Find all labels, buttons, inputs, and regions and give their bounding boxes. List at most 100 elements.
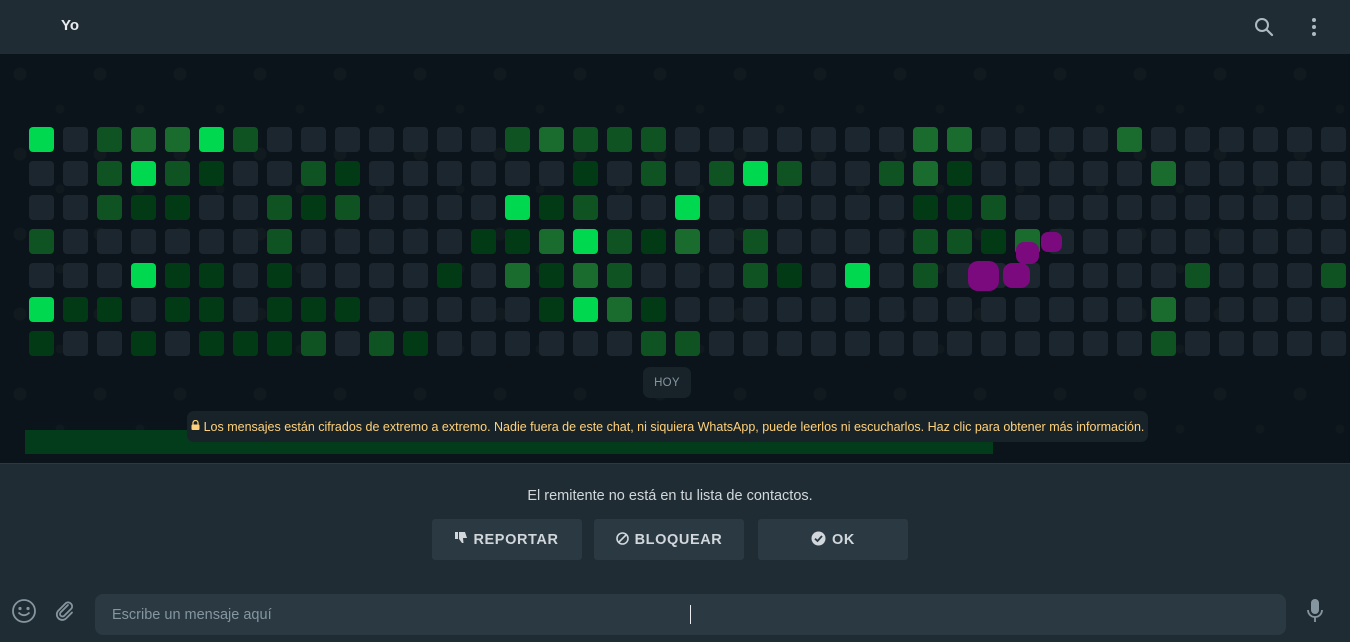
message-placeholder: Escribe un mensaje aquí bbox=[112, 606, 272, 623]
grid-cell bbox=[233, 127, 258, 152]
grid-cell bbox=[267, 331, 292, 356]
grid-cell bbox=[1321, 161, 1346, 186]
grid-cell bbox=[641, 263, 666, 288]
grid-cell bbox=[267, 127, 292, 152]
grid-cell bbox=[1151, 263, 1176, 288]
grid-cell bbox=[539, 331, 564, 356]
message-input[interactable]: Escribe un mensaje aquí bbox=[95, 594, 1286, 635]
grid-cell bbox=[131, 297, 156, 322]
grid-cell bbox=[1287, 263, 1312, 288]
grid-cell bbox=[97, 229, 122, 254]
grid-cell bbox=[131, 229, 156, 254]
lock-icon bbox=[191, 419, 200, 433]
grid-cell bbox=[369, 263, 394, 288]
grid-cell bbox=[539, 127, 564, 152]
grid-cell bbox=[199, 229, 224, 254]
grid-cell bbox=[1117, 229, 1142, 254]
grid-cell bbox=[301, 195, 326, 220]
grid-cell bbox=[1219, 297, 1244, 322]
grid-cell bbox=[199, 331, 224, 356]
grid-cell bbox=[1253, 263, 1278, 288]
grid-cell bbox=[981, 195, 1006, 220]
paperclip-icon[interactable] bbox=[51, 597, 79, 625]
grid-cell bbox=[1287, 195, 1312, 220]
grid-cell bbox=[947, 195, 972, 220]
report-label: REPORTAR bbox=[473, 531, 559, 548]
unknown-sender-panel: El remitente no está en tu lista de cont… bbox=[0, 463, 1350, 580]
purple-blob bbox=[1041, 232, 1062, 252]
grid-cell bbox=[743, 263, 768, 288]
grid-cell bbox=[369, 195, 394, 220]
date-chip: HOY bbox=[643, 367, 691, 398]
grid-cell bbox=[539, 195, 564, 220]
grid-cell bbox=[97, 263, 122, 288]
ok-button[interactable]: OK bbox=[758, 519, 908, 560]
contact-name[interactable]: Yo bbox=[61, 17, 79, 34]
grid-cell bbox=[1049, 161, 1074, 186]
grid-cell bbox=[63, 229, 88, 254]
grid-cell bbox=[199, 297, 224, 322]
grid-cell bbox=[233, 263, 258, 288]
emoji-icon[interactable] bbox=[10, 597, 38, 625]
grid-cell bbox=[675, 229, 700, 254]
grid-cell bbox=[1015, 127, 1040, 152]
grid-cell bbox=[471, 229, 496, 254]
grid-cell bbox=[607, 161, 632, 186]
grid-cell bbox=[29, 127, 54, 152]
search-icon[interactable] bbox=[1249, 12, 1279, 42]
grid-cell bbox=[1185, 195, 1210, 220]
grid-cell bbox=[947, 331, 972, 356]
grid-cell bbox=[539, 161, 564, 186]
grid-cell bbox=[777, 229, 802, 254]
grid-cell bbox=[709, 127, 734, 152]
grid-cell bbox=[1015, 331, 1040, 356]
unknown-sender-message: El remitente no está en tu lista de cont… bbox=[527, 488, 813, 504]
microphone-icon[interactable] bbox=[1301, 597, 1329, 625]
grid-cell bbox=[811, 161, 836, 186]
grid-cell bbox=[267, 195, 292, 220]
grid-cell bbox=[879, 195, 904, 220]
grid-cell bbox=[1083, 297, 1108, 322]
grid-cell bbox=[811, 195, 836, 220]
report-button[interactable]: REPORTAR bbox=[432, 519, 582, 560]
grid-cell bbox=[641, 127, 666, 152]
grid-cell bbox=[573, 161, 598, 186]
grid-cell bbox=[811, 127, 836, 152]
grid-cell bbox=[879, 297, 904, 322]
encryption-notice[interactable]: Los mensajes están cifrados de extremo a… bbox=[187, 411, 1148, 442]
grid-cell bbox=[709, 331, 734, 356]
grid-cell bbox=[1219, 195, 1244, 220]
grid-cell bbox=[267, 297, 292, 322]
grid-cell bbox=[301, 331, 326, 356]
grid-cell bbox=[437, 331, 462, 356]
grid-cell bbox=[335, 229, 360, 254]
grid-cell bbox=[607, 263, 632, 288]
grid-cell bbox=[777, 127, 802, 152]
grid-cell bbox=[1287, 161, 1312, 186]
more-vertical-icon[interactable] bbox=[1299, 12, 1329, 42]
grid-cell bbox=[1049, 195, 1074, 220]
grid-cell bbox=[879, 263, 904, 288]
purple-blob bbox=[1003, 263, 1030, 288]
grid-cell bbox=[539, 229, 564, 254]
grid-cell bbox=[573, 331, 598, 356]
grid-cell bbox=[471, 331, 496, 356]
chat-header[interactable]: Yo bbox=[0, 0, 1350, 54]
grid-cell bbox=[709, 297, 734, 322]
grid-cell bbox=[1083, 229, 1108, 254]
grid-cell bbox=[63, 331, 88, 356]
grid-cell bbox=[811, 297, 836, 322]
grid-cell bbox=[301, 297, 326, 322]
grid-cell bbox=[1049, 127, 1074, 152]
grid-cell bbox=[641, 331, 666, 356]
block-icon bbox=[615, 531, 629, 548]
grid-cell bbox=[505, 161, 530, 186]
grid-cell bbox=[573, 297, 598, 322]
grid-cell bbox=[437, 229, 462, 254]
block-button[interactable]: BLOQUEAR bbox=[594, 519, 744, 560]
grid-cell bbox=[1151, 297, 1176, 322]
grid-cell bbox=[233, 229, 258, 254]
grid-cell bbox=[63, 161, 88, 186]
grid-cell bbox=[199, 127, 224, 152]
grid-cell bbox=[267, 263, 292, 288]
